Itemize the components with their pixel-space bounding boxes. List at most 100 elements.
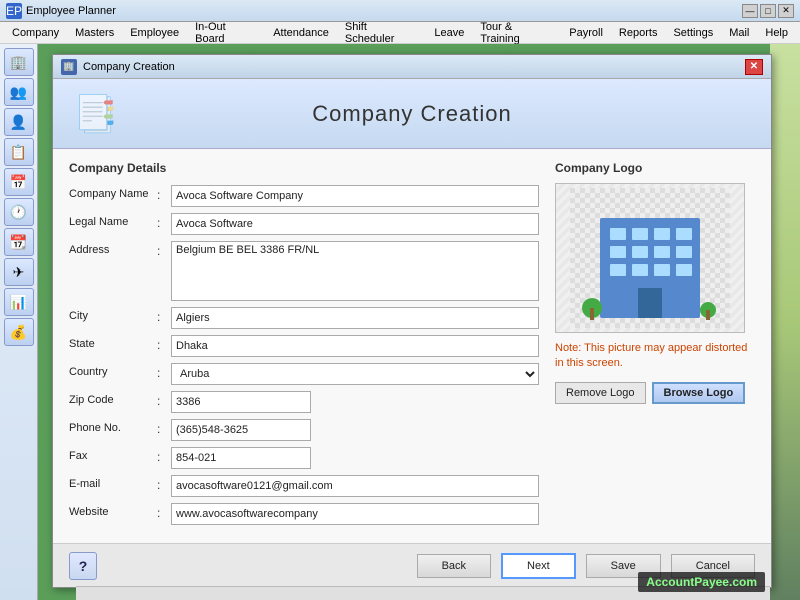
- email-row: E-mail :: [69, 475, 539, 497]
- menu-reports[interactable]: Reports: [611, 25, 666, 41]
- country-label: Country: [69, 363, 157, 378]
- legal-name-input[interactable]: [171, 213, 539, 235]
- address-colon: :: [157, 241, 171, 258]
- browse-logo-button[interactable]: Browse Logo: [652, 382, 746, 404]
- close-button[interactable]: ✕: [778, 4, 794, 18]
- phone-input[interactable]: [171, 419, 311, 441]
- menu-leave[interactable]: Leave: [426, 25, 472, 41]
- company-logo-svg: [570, 188, 730, 328]
- menu-shift[interactable]: Shift Scheduler: [337, 19, 427, 47]
- company-name-label: Company Name: [69, 185, 157, 200]
- help-button[interactable]: ?: [69, 552, 97, 580]
- state-label: State: [69, 335, 157, 350]
- maximize-button[interactable]: □: [760, 4, 776, 18]
- company-name-row: Company Name :: [69, 185, 539, 207]
- dialog-header: 📑 Company Creation: [53, 79, 771, 149]
- country-select[interactable]: Aruba Belgium United States: [171, 363, 539, 385]
- menu-employee[interactable]: Employee: [122, 25, 187, 41]
- logo-display: [555, 183, 745, 333]
- sidebar-item-masters[interactable]: 👥: [4, 78, 34, 106]
- fax-row: Fax :: [69, 447, 539, 469]
- minimize-button[interactable]: —: [742, 4, 758, 18]
- menu-mail[interactable]: Mail: [721, 25, 757, 41]
- app-title: Employee Planner: [26, 5, 742, 17]
- menubar: Company Masters Employee In-Out Board At…: [0, 22, 800, 44]
- website-row: Website :: [69, 503, 539, 525]
- website-label: Website: [69, 503, 157, 518]
- watermark-highlight: Payee: [694, 575, 729, 589]
- zip-row: Zip Code :: [69, 391, 539, 413]
- logo-buttons: Remove Logo Browse Logo: [555, 382, 755, 404]
- legal-name-label: Legal Name: [69, 213, 157, 228]
- watermark-prefix: Account: [646, 575, 694, 589]
- address-row: Address : Belgium BE BEL 3386 FR/NL: [69, 241, 539, 301]
- company-creation-dialog: 🏢 Company Creation ✕ 📑 Company Creation …: [52, 54, 772, 588]
- menu-tour[interactable]: Tour & Training: [472, 19, 561, 47]
- sidebar-item-attendance[interactable]: 📋: [4, 138, 34, 166]
- sidebar: 🏢 👥 👤 📋 📅 🕐 📆 ✈ 📊 💰: [0, 44, 38, 600]
- app-icon: EP: [6, 3, 22, 19]
- titlebar-controls: — □ ✕: [742, 4, 794, 18]
- menu-masters[interactable]: Masters: [67, 25, 122, 41]
- website-input[interactable]: [171, 503, 539, 525]
- fax-label: Fax: [69, 447, 157, 462]
- menu-company[interactable]: Company: [4, 25, 67, 41]
- menu-help[interactable]: Help: [757, 25, 796, 41]
- sidebar-item-clock[interactable]: 🕐: [4, 198, 34, 226]
- company-name-colon: :: [157, 185, 171, 202]
- phone-row: Phone No. :: [69, 419, 539, 441]
- legal-name-row: Legal Name :: [69, 213, 539, 235]
- fax-colon: :: [157, 447, 171, 464]
- logo-panel: Company Logo: [555, 161, 755, 531]
- city-row: City :: [69, 307, 539, 329]
- dialog-header-icon: 📑: [73, 93, 118, 135]
- phone-colon: :: [157, 419, 171, 436]
- state-row: State :: [69, 335, 539, 357]
- menu-settings[interactable]: Settings: [665, 25, 721, 41]
- city-input[interactable]: [171, 307, 539, 329]
- zip-input[interactable]: [171, 391, 311, 413]
- back-button[interactable]: Back: [417, 554, 491, 578]
- website-colon: :: [157, 503, 171, 520]
- zip-colon: :: [157, 391, 171, 408]
- menu-attendance[interactable]: Attendance: [265, 25, 337, 41]
- sidebar-item-company[interactable]: 🏢: [4, 48, 34, 76]
- dialog-icon: 🏢: [61, 59, 77, 75]
- sidebar-item-payroll[interactable]: 💰: [4, 318, 34, 346]
- sidebar-item-travel[interactable]: ✈: [4, 258, 34, 286]
- company-name-input[interactable]: [171, 185, 539, 207]
- form-panel: Company Details Company Name : Legal Nam…: [69, 161, 539, 531]
- logo-note: Note: This picture may appear distorted …: [555, 341, 755, 372]
- main-area: 🏢 Company Creation ✕ 📑 Company Creation …: [38, 44, 800, 600]
- sidebar-item-reports[interactable]: 📊: [4, 288, 34, 316]
- logo-panel-title: Company Logo: [555, 161, 755, 175]
- dialog-content: Company Details Company Name : Legal Nam…: [53, 149, 771, 543]
- state-input[interactable]: [171, 335, 539, 357]
- menu-payroll[interactable]: Payroll: [561, 25, 611, 41]
- email-input[interactable]: [171, 475, 539, 497]
- remove-logo-button[interactable]: Remove Logo: [555, 382, 646, 404]
- city-label: City: [69, 307, 157, 322]
- state-colon: :: [157, 335, 171, 352]
- dialog-close-button[interactable]: ✕: [745, 59, 763, 75]
- bg-decoration: [770, 44, 800, 600]
- fax-input[interactable]: [171, 447, 311, 469]
- menu-inout[interactable]: In-Out Board: [187, 19, 265, 47]
- zip-label: Zip Code: [69, 391, 157, 406]
- country-colon: :: [157, 363, 171, 380]
- watermark: AccountPayee.com: [638, 572, 765, 592]
- country-row: Country : Aruba Belgium United States: [69, 363, 539, 385]
- email-colon: :: [157, 475, 171, 492]
- next-button[interactable]: Next: [501, 553, 576, 579]
- address-input[interactable]: Belgium BE BEL 3386 FR/NL: [171, 241, 539, 301]
- legal-name-colon: :: [157, 213, 171, 230]
- sidebar-item-schedule[interactable]: 📆: [4, 228, 34, 256]
- dialog-header-title: Company Creation: [312, 101, 511, 127]
- dialog-titlebar: 🏢 Company Creation ✕: [53, 55, 771, 79]
- address-label: Address: [69, 241, 157, 256]
- sidebar-item-employee[interactable]: 👤: [4, 108, 34, 136]
- email-label: E-mail: [69, 475, 157, 490]
- sidebar-item-calendar[interactable]: 📅: [4, 168, 34, 196]
- watermark-suffix: .com: [729, 575, 757, 589]
- dialog-title-text: Company Creation: [83, 61, 745, 73]
